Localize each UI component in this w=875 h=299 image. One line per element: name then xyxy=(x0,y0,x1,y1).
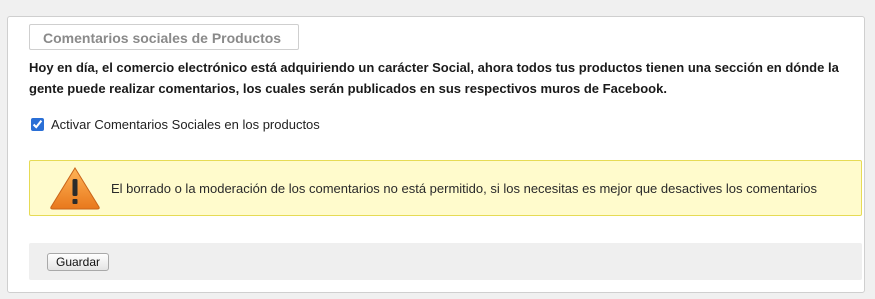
save-button[interactable]: Guardar xyxy=(47,253,110,271)
warning-triangle-icon xyxy=(50,167,100,210)
panel-title: Comentarios sociales de Productos xyxy=(29,24,299,50)
warning-box: El borrado o la moderación de los coment… xyxy=(29,160,862,216)
enable-social-comments-label: Activar Comentarios Sociales en los prod… xyxy=(51,117,320,132)
intro-text: Hoy en día, el comercio electrónico está… xyxy=(29,60,839,96)
social-comments-panel: Comentarios sociales de Productos Hoy en… xyxy=(7,16,865,293)
enable-social-comments-option[interactable]: Activar Comentarios Sociales en los prod… xyxy=(31,117,320,132)
form-actions-bar: Guardar xyxy=(29,243,862,280)
warning-text: El borrado o la moderación de los coment… xyxy=(111,180,817,196)
enable-social-comments-checkbox[interactable] xyxy=(31,118,44,131)
